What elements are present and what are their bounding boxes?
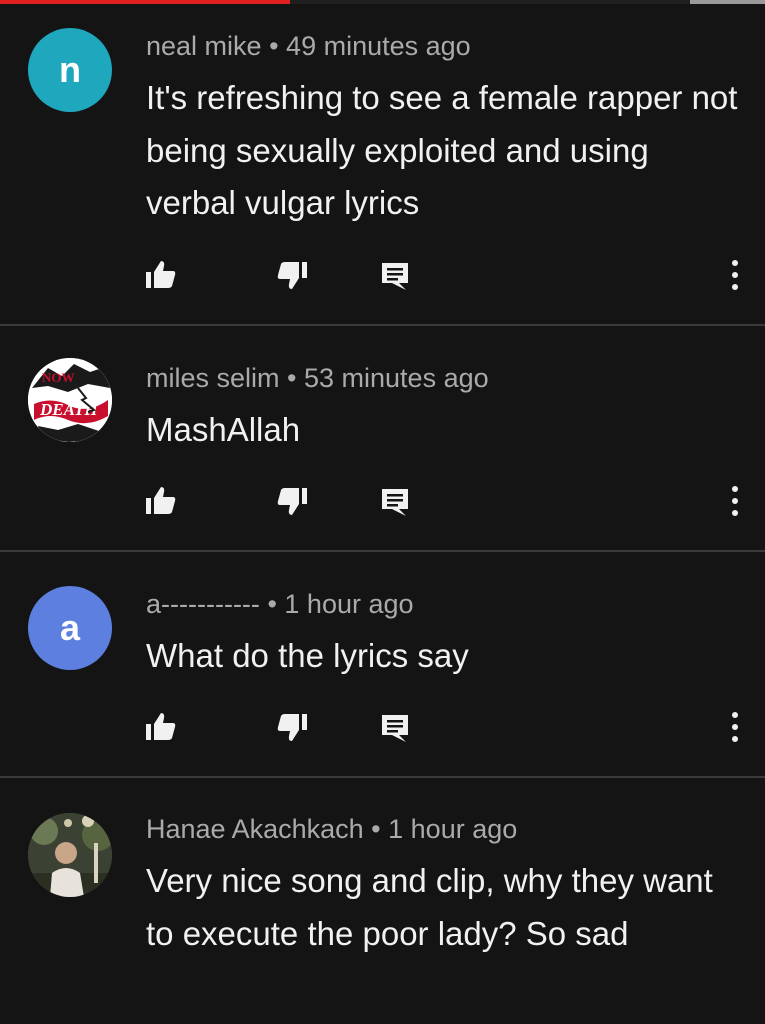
- reply-button[interactable]: [378, 484, 412, 518]
- avatar-image: [28, 813, 112, 897]
- comment-actions: [0, 258, 765, 292]
- like-button[interactable]: [144, 710, 178, 744]
- comment-author[interactable]: Hanae Akachkach: [146, 814, 364, 844]
- more-options-button[interactable]: [718, 484, 752, 518]
- more-vertical-icon: [732, 712, 738, 742]
- thumbs-down-icon: [277, 488, 307, 515]
- reply-button[interactable]: [378, 258, 412, 292]
- comment-meta: miles selim • 53 minutes ago: [146, 363, 489, 394]
- comment-reply-icon: [382, 263, 408, 290]
- more-options-button[interactable]: [718, 258, 752, 292]
- thumbs-up-icon: [146, 487, 176, 514]
- more-options-button[interactable]: [718, 710, 752, 744]
- comment-time: 1 hour ago: [388, 814, 518, 844]
- comment-text: MashAllah: [146, 411, 301, 448]
- comment-divider: [0, 550, 765, 552]
- avatar[interactable]: a: [28, 586, 112, 670]
- comment-actions: [0, 484, 765, 518]
- comment-text: What do the lyrics say: [146, 637, 469, 674]
- dislike-button[interactable]: [275, 710, 309, 744]
- comment-actions: [0, 710, 765, 744]
- thumbs-up-icon: [146, 713, 176, 740]
- avatar-image: NOW DEATH: [28, 358, 112, 442]
- comment-text: Very nice song and clip, why they want t…: [146, 862, 713, 952]
- avatar[interactable]: NOW DEATH: [28, 358, 112, 442]
- meta-separator: •: [267, 589, 277, 619]
- thumbs-up-icon: [146, 261, 176, 288]
- comment-meta: a----------- • 1 hour ago: [146, 589, 414, 620]
- comment-meta: Hanae Akachkach • 1 hour ago: [146, 814, 517, 845]
- comment-author[interactable]: a-----------: [146, 589, 260, 619]
- meta-separator: •: [287, 363, 297, 393]
- meta-separator: •: [269, 31, 279, 61]
- meta-separator: •: [371, 814, 381, 844]
- more-vertical-icon: [732, 260, 738, 290]
- thumbs-down-icon: [277, 714, 307, 741]
- svg-text:DEATH: DEATH: [39, 400, 98, 419]
- dislike-button[interactable]: [275, 258, 309, 292]
- video-progress-bar[interactable]: [0, 0, 765, 4]
- progress-buffered: [690, 0, 765, 4]
- comment-reply-icon: [382, 489, 408, 516]
- comment-time: 49 minutes ago: [286, 31, 471, 61]
- progress-played: [0, 0, 290, 4]
- comment-divider: [0, 324, 765, 326]
- comment-author[interactable]: neal mike: [146, 31, 262, 61]
- comment-divider: [0, 776, 765, 778]
- comment-reply-icon: [382, 715, 408, 742]
- dislike-button[interactable]: [275, 484, 309, 518]
- comment-time: 1 hour ago: [284, 589, 414, 619]
- avatar[interactable]: [28, 813, 112, 897]
- more-vertical-icon: [732, 486, 738, 516]
- avatar[interactable]: n: [28, 28, 112, 112]
- like-button[interactable]: [144, 484, 178, 518]
- avatar-letter: n: [59, 49, 81, 90]
- comment-meta: neal mike • 49 minutes ago: [146, 31, 471, 62]
- comment-text: It's refreshing to see a female rapper n…: [146, 79, 738, 221]
- svg-text:NOW: NOW: [42, 370, 75, 385]
- reply-button[interactable]: [378, 710, 412, 744]
- like-button[interactable]: [144, 258, 178, 292]
- thumbs-down-icon: [277, 262, 307, 289]
- comment-time: 53 minutes ago: [304, 363, 489, 393]
- comment-author[interactable]: miles selim: [146, 363, 280, 393]
- avatar-letter: a: [59, 607, 81, 648]
